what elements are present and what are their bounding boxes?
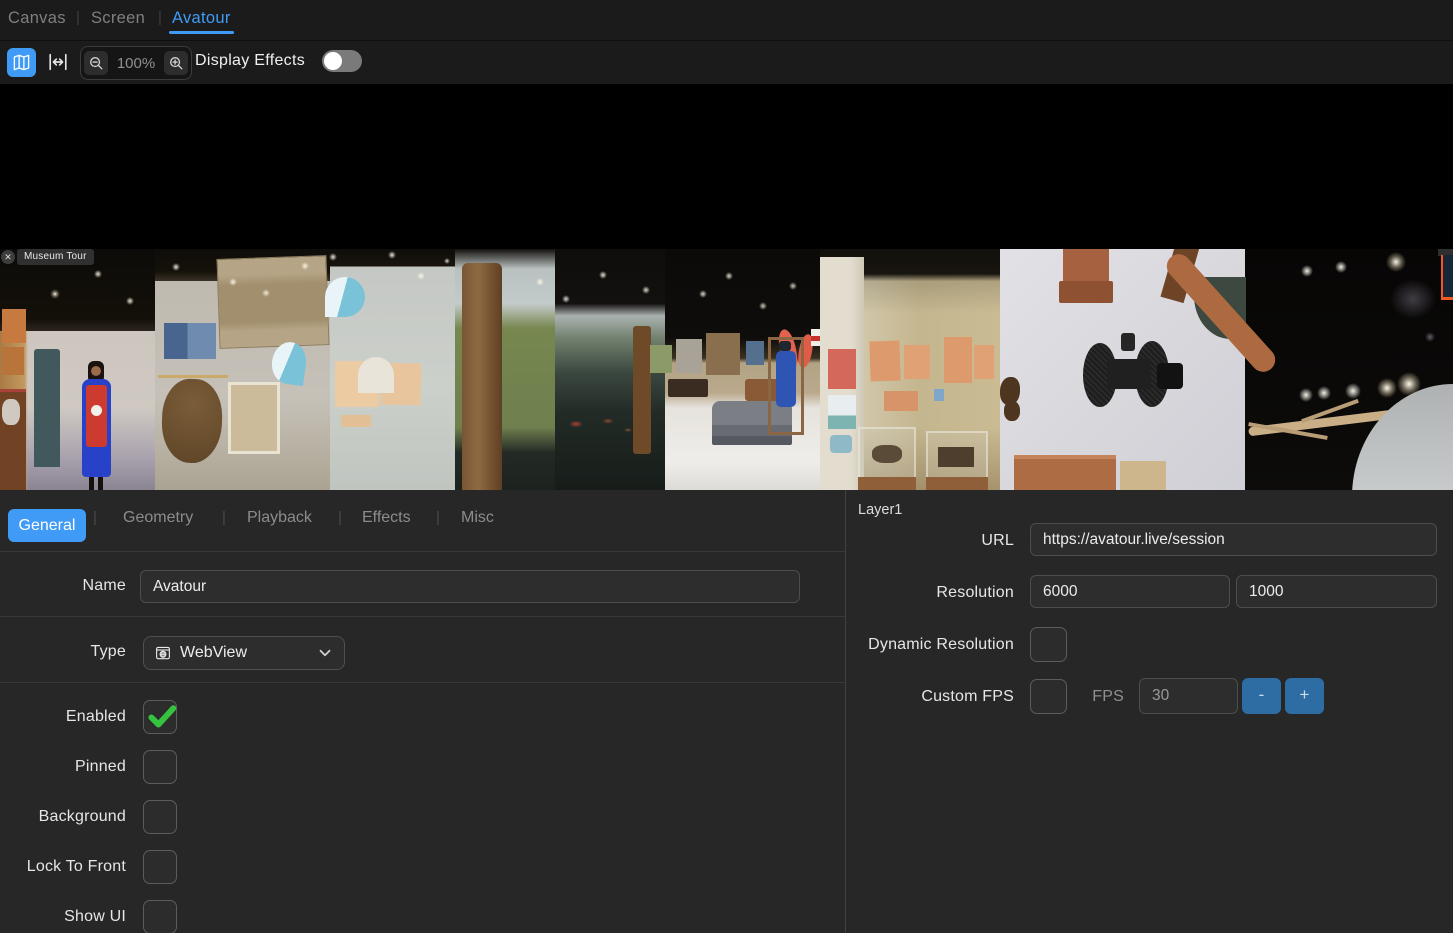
- url-label: URL: [846, 532, 1014, 550]
- type-label: Type: [0, 643, 126, 661]
- show-ui-checkbox[interactable]: [143, 900, 177, 933]
- layer-settings-panel: Layer1 URL Resolution Dynamic Resolution…: [846, 490, 1453, 933]
- zoom-in-button[interactable]: [164, 51, 188, 75]
- map-icon: [12, 53, 31, 72]
- map-view-button[interactable]: [7, 48, 36, 77]
- background-label: Background: [0, 808, 126, 826]
- inspector-tab-misc[interactable]: Misc: [461, 509, 494, 527]
- tab-avatour[interactable]: Avatour: [172, 9, 231, 28]
- pinned-checkbox[interactable]: [143, 750, 177, 784]
- zoom-level: 100%: [111, 55, 161, 72]
- toggle-knob: [324, 52, 342, 70]
- tab-separator: |: [93, 509, 97, 526]
- tab-screen[interactable]: Screen: [91, 9, 145, 28]
- tab-separator: |: [158, 9, 162, 26]
- resolution-width-input[interactable]: [1030, 575, 1230, 608]
- dynamic-resolution-label: Dynamic Resolution: [846, 636, 1014, 654]
- tab-separator: |: [76, 9, 80, 26]
- preview-canvas[interactable]: ✕ Museum Tour: [0, 84, 1453, 490]
- enabled-label: Enabled: [0, 708, 126, 726]
- resolution-label: Resolution: [846, 584, 1014, 602]
- resolution-height-input[interactable]: [1236, 575, 1437, 608]
- zoom-out-icon: [88, 55, 105, 72]
- background-checkbox[interactable]: [143, 800, 177, 834]
- fit-width-icon: [47, 51, 69, 73]
- canvas-toolbar: 100% Display Effects: [0, 41, 1453, 84]
- fps-decrement-button[interactable]: -: [1242, 678, 1281, 714]
- ceiling-lights: [0, 249, 1453, 497]
- enabled-checkbox[interactable]: [143, 700, 177, 734]
- image-label: Museum Tour: [17, 249, 94, 265]
- top-tab-bar: Canvas | Screen | Avatour: [0, 0, 1453, 41]
- display-effects-label: Display Effects: [195, 52, 305, 70]
- lock-to-front-label: Lock To Front: [0, 858, 126, 876]
- chevron-down-icon: [316, 644, 334, 662]
- zoom-in-icon: [168, 55, 185, 72]
- tab-separator: |: [338, 509, 342, 526]
- active-tab-underline: [169, 31, 234, 34]
- pinned-label: Pinned: [0, 758, 126, 776]
- inspector-tab-playback[interactable]: Playback: [247, 509, 312, 527]
- image-close-icon[interactable]: ✕: [1, 250, 15, 264]
- tab-canvas[interactable]: Canvas: [8, 9, 66, 28]
- fps-label: FPS: [956, 688, 1124, 706]
- tab-separator: |: [222, 509, 226, 526]
- partial-layer-selection: [1441, 255, 1453, 300]
- zoom-control: 100%: [80, 46, 192, 80]
- fps-input[interactable]: [1139, 678, 1238, 714]
- row-divider: [0, 616, 845, 617]
- webview-icon: [154, 644, 172, 662]
- zoom-out-button[interactable]: [84, 51, 108, 75]
- show-ui-label: Show UI: [0, 908, 126, 926]
- fps-increment-button[interactable]: +: [1285, 678, 1324, 714]
- app-window: Canvas | Screen | Avatour 100%: [0, 0, 1453, 933]
- inspector-tab-effects[interactable]: Effects: [362, 509, 411, 527]
- name-label: Name: [0, 577, 126, 595]
- inspector-tab-general[interactable]: General: [8, 509, 86, 542]
- layer-title: Layer1: [858, 502, 902, 518]
- panorama[interactable]: ✕ Museum Tour: [0, 249, 1453, 497]
- display-effects-toggle[interactable]: [322, 50, 362, 72]
- check-icon: [145, 699, 179, 733]
- name-input[interactable]: [140, 570, 800, 603]
- row-divider: [0, 551, 845, 552]
- type-value: WebView: [180, 644, 316, 662]
- inspector-tab-geometry[interactable]: Geometry: [123, 509, 193, 527]
- tab-separator: |: [436, 509, 440, 526]
- layer-inspector-panel: General | Geometry | Playback | Effects …: [0, 490, 845, 933]
- dynamic-resolution-checkbox[interactable]: [1030, 627, 1067, 662]
- type-dropdown[interactable]: WebView: [143, 636, 345, 670]
- fit-width-button[interactable]: [46, 50, 70, 74]
- row-divider: [0, 682, 845, 683]
- url-input[interactable]: [1030, 523, 1437, 556]
- lock-to-front-checkbox[interactable]: [143, 850, 177, 884]
